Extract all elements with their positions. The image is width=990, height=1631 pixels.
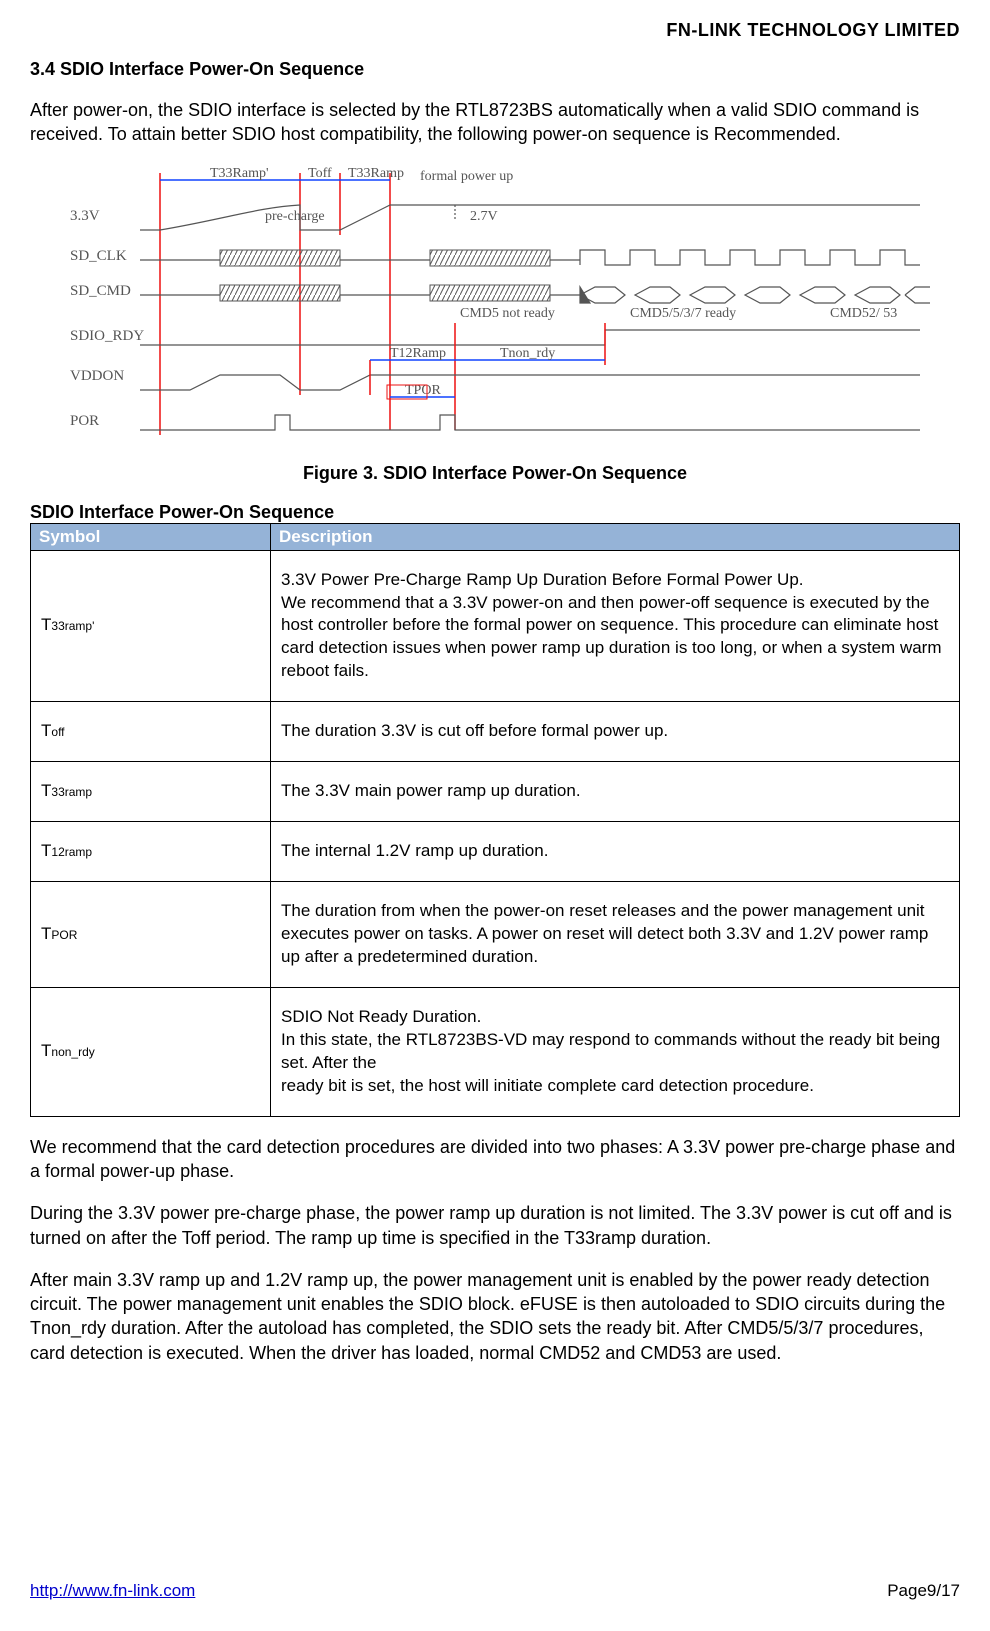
intro-paragraph: After power-on, the SDIO interface is se… [30, 98, 960, 147]
table-row: Toff The duration 3.3V is cut off before… [31, 702, 960, 762]
svg-text:CMD5 not ready: CMD5 not ready [460, 306, 555, 321]
svg-text:POR: POR [70, 413, 99, 429]
table-row: T33ramp' 3.3V Power Pre-Charge Ramp Up D… [31, 550, 960, 702]
table-row: TPOR The duration from when the power-on… [31, 882, 960, 988]
page-footer: http://www.fn-link.com Page9/17 [30, 1501, 960, 1601]
svg-text:Toff: Toff [308, 166, 332, 181]
svg-text:CMD5/5/3/7 ready: CMD5/5/3/7 ready [630, 306, 736, 321]
paragraph-3: After main 3.3V ramp up and 1.2V ramp up… [30, 1268, 960, 1365]
svg-text:CMD52/ 53: CMD52/ 53 [830, 306, 897, 321]
timing-diagram-figure: T33Ramp' Toff T33Ramp formal power up 3.… [60, 165, 930, 445]
col-description: Description [271, 523, 960, 550]
timing-diagram-svg: T33Ramp' Toff T33Ramp formal power up 3.… [60, 165, 930, 445]
page-number: Page9/17 [887, 1581, 960, 1601]
svg-text:3.3V: 3.3V [70, 208, 100, 224]
col-symbol: Symbol [31, 523, 271, 550]
svg-text:SDIO_RDY: SDIO_RDY [70, 328, 144, 344]
svg-text:Tnon_rdy: Tnon_rdy [500, 346, 555, 361]
svg-text:formal power up: formal power up [420, 169, 513, 184]
table-row: Tnon_rdy SDIO Not Ready Duration.In this… [31, 987, 960, 1116]
svg-text:T33Ramp: T33Ramp [348, 166, 404, 181]
svg-text:SD_CMD: SD_CMD [70, 283, 131, 299]
table-row: T12ramp The internal 1.2V ramp up durati… [31, 822, 960, 882]
desc-cell: The duration from when the power-on rese… [271, 882, 960, 988]
svg-text:SD_CLK: SD_CLK [70, 248, 127, 264]
svg-text:pre-charge: pre-charge [265, 209, 325, 224]
table-row: T33ramp The 3.3V main power ramp up dura… [31, 762, 960, 822]
svg-text:VDDON: VDDON [70, 368, 124, 384]
svg-text:2.7V: 2.7V [470, 209, 498, 224]
figure-caption: Figure 3. SDIO Interface Power-On Sequen… [30, 463, 960, 484]
svg-text:T33Ramp': T33Ramp' [210, 166, 269, 181]
paragraph-2: During the 3.3V power pre-charge phase, … [30, 1201, 960, 1250]
desc-cell: The internal 1.2V ramp up duration. [271, 822, 960, 882]
footer-link[interactable]: http://www.fn-link.com [30, 1581, 195, 1601]
desc-cell: SDIO Not Ready Duration.In this state, t… [271, 987, 960, 1116]
company-header: FN-LINK TECHNOLOGY LIMITED [30, 20, 960, 41]
paragraph-1: We recommend that the card detection pro… [30, 1135, 960, 1184]
desc-cell: 3.3V Power Pre-Charge Ramp Up Duration B… [271, 550, 960, 702]
desc-cell: The 3.3V main power ramp up duration. [271, 762, 960, 822]
svg-text:T12Ramp: T12Ramp [390, 346, 446, 361]
sdio-table: Symbol Description T33ramp' 3.3V Power P… [30, 523, 960, 1117]
table-heading: SDIO Interface Power-On Sequence [30, 502, 960, 523]
desc-cell: The duration 3.3V is cut off before form… [271, 702, 960, 762]
section-heading: 3.4 SDIO Interface Power-On Sequence [30, 59, 960, 80]
